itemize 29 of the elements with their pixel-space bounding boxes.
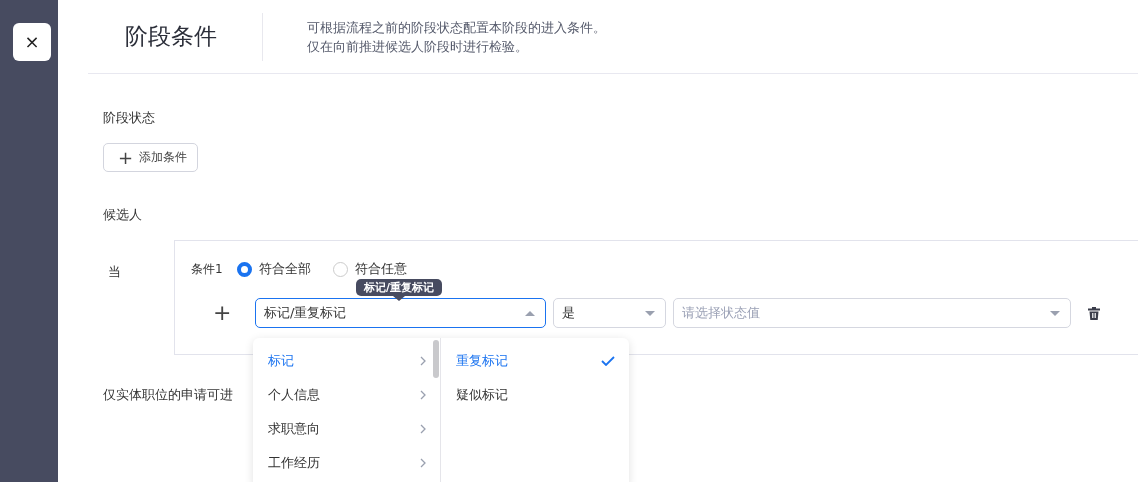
tooltip: 标记/重复标记 bbox=[356, 279, 443, 301]
chevron-icon bbox=[420, 458, 426, 468]
menu-item[interactable]: 重复标记 bbox=[441, 344, 629, 378]
menu-item[interactable]: 疑似标记 bbox=[441, 378, 629, 412]
condition-label: 条件1 bbox=[191, 261, 223, 278]
chevron-icon bbox=[420, 390, 426, 400]
page-title: 阶段条件 bbox=[125, 22, 218, 52]
chevron-icon bbox=[420, 424, 426, 434]
note-text: 仅实体职位的申请可进 bbox=[103, 386, 233, 404]
operator-select[interactable]: 是 bbox=[553, 298, 666, 328]
radio-option[interactable]: 符合任意 bbox=[332, 259, 407, 279]
chevron-icon bbox=[420, 356, 426, 366]
check-icon bbox=[601, 356, 615, 366]
delete-icon[interactable] bbox=[1088, 306, 1100, 320]
add-icon[interactable]: + bbox=[191, 302, 255, 324]
menu-item[interactable]: 标记 bbox=[253, 344, 440, 378]
section-label: 阶段状态 bbox=[103, 109, 156, 127]
description-text: 仅在向前推进候选人阶段时进行检验。 bbox=[307, 37, 529, 56]
field-select[interactable]: 标记/重复标记 bbox=[255, 298, 546, 328]
menu-item[interactable]: 工作经历 bbox=[253, 446, 440, 480]
scrollbar-thumb[interactable] bbox=[433, 340, 439, 378]
menu-item[interactable]: 求职意向 bbox=[253, 412, 440, 446]
add-condition-button[interactable]: + 添加条件 bbox=[103, 142, 199, 172]
close-button[interactable]: × bbox=[13, 23, 51, 61]
radio-option[interactable]: 符合全部 bbox=[236, 259, 311, 279]
description-text: 可根据流程之前的阶段状态配置本阶段的进入条件。 bbox=[307, 18, 606, 37]
when-label: 当 bbox=[108, 263, 121, 281]
section-label: 候选人 bbox=[103, 205, 143, 224]
menu-item[interactable]: 个人信息 bbox=[253, 378, 440, 412]
